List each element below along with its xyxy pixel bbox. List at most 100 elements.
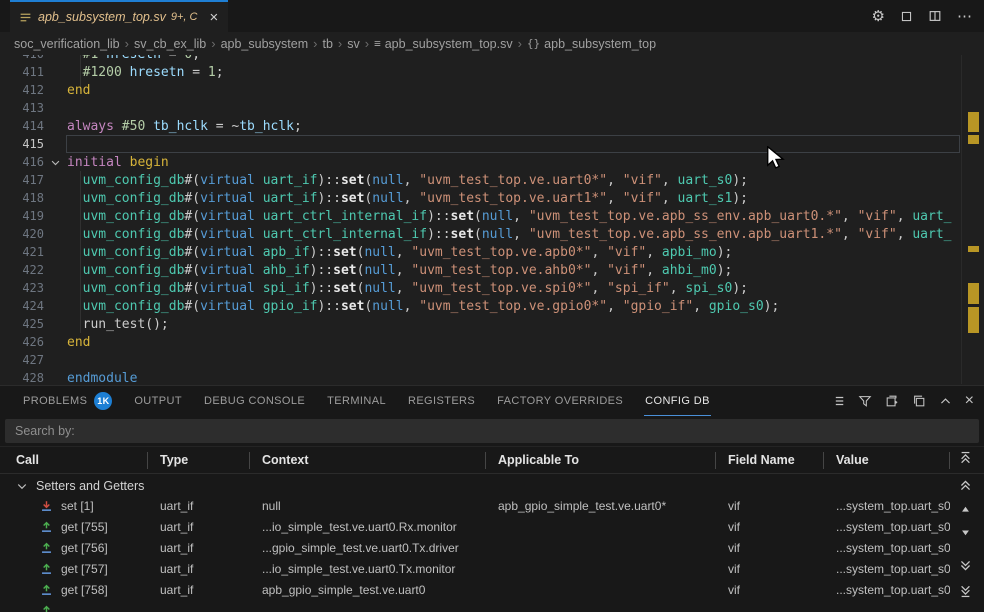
line-number: 411 [0, 63, 44, 81]
table-row[interactable]: get [756]uart_if...gpio_simple_test.ve.u… [0, 538, 984, 559]
close-panel-icon[interactable]: × [965, 392, 974, 410]
table-row-partial[interactable] [0, 601, 984, 612]
line-number: 412 [0, 81, 44, 99]
call-cell: get [755] [6, 517, 148, 538]
fold-gutter [44, 369, 66, 384]
call-label: get [755] [61, 517, 108, 538]
panel-tab-output[interactable]: OUTPUT [123, 386, 193, 416]
column-header-applicable-to[interactable]: Applicable To [486, 452, 716, 469]
panel-tab-registers[interactable]: REGISTERS [397, 386, 486, 416]
breadcrumb-item[interactable]: sv [347, 37, 360, 51]
filter-icon[interactable] [858, 394, 872, 408]
code-line: 413 [0, 99, 984, 117]
breadcrumb-separator: › [211, 36, 215, 51]
breadcrumb-item[interactable]: soc_verification_lib [14, 37, 120, 51]
value-cell [824, 601, 950, 612]
type-cell: uart_if [148, 496, 250, 517]
panel-tab-label: CONFIG DB [645, 395, 710, 407]
code-lines: 410 #1 hresetn = 0;411 #1200 hresetn = 1… [0, 55, 984, 384]
code-text: initial begin [66, 153, 960, 171]
call-label: set [1] [61, 496, 94, 517]
fold-chevron-icon[interactable] [44, 153, 66, 171]
close-icon[interactable]: × [209, 10, 218, 25]
get-icon [40, 605, 53, 612]
column-header-value[interactable]: Value [824, 452, 950, 469]
field-name-cell [716, 601, 824, 612]
breadcrumb-item[interactable]: ≡apb_subsystem_top.sv [374, 37, 512, 51]
table-row[interactable]: get [755]uart_if...io_simple_test.ve.uar… [0, 517, 984, 538]
call-label: get [756] [61, 538, 108, 559]
column-header-type[interactable]: Type [148, 452, 250, 469]
gear-icon[interactable]: ⚙ [872, 7, 885, 25]
row-down-icon[interactable] [957, 524, 973, 540]
editor-ruler-divider [961, 55, 962, 384]
table-row[interactable]: get [757]uart_if...io_simple_test.ve.uar… [0, 559, 984, 580]
search-input[interactable] [5, 419, 979, 443]
row-nav-spacer [950, 538, 984, 559]
panel-tab-config-db[interactable]: CONFIG DB [634, 386, 721, 416]
panel-tab-label: PROBLEMS [23, 395, 87, 407]
new-window-icon[interactable] [885, 394, 899, 408]
restore-icon[interactable] [900, 10, 913, 23]
fold-gutter [44, 81, 66, 99]
breadcrumb-separator: › [338, 36, 342, 51]
breadcrumb-separator: › [518, 36, 522, 51]
split-editor-icon[interactable] [928, 9, 942, 23]
value-cell: ...system_top.uart_s0 [824, 496, 950, 517]
breadcrumb-item[interactable]: tb [322, 37, 332, 51]
breadcrumb-item[interactable]: {}apb_subsystem_top [527, 37, 656, 51]
panel-tab-debug-console[interactable]: DEBUG CONSOLE [193, 386, 316, 416]
overview-ruler-mark [968, 246, 979, 252]
table-header: CallTypeContextApplicable ToField NameVa… [0, 446, 984, 474]
panel-tab-problems[interactable]: PROBLEMS 1K [12, 386, 123, 416]
code-text: end [66, 81, 960, 99]
list-icon[interactable] [831, 394, 845, 408]
code-line: 422 uvm_config_db#(virtual ahb_if)::set(… [0, 261, 984, 279]
breadcrumb-item[interactable]: sv_cb_ex_lib [134, 37, 206, 51]
copy-icon[interactable] [912, 394, 926, 408]
type-cell: uart_if [148, 559, 250, 580]
code-line: 411 #1200 hresetn = 1; [0, 63, 984, 81]
editor-tab[interactable]: apb_subsystem_top.sv 9+, C × [10, 0, 228, 32]
line-number: 415 [0, 135, 44, 153]
panel-tab-factory-overrides[interactable]: FACTORY OVERRIDES [486, 386, 634, 416]
code-editor[interactable]: 410 #1 hresetn = 0;411 #1200 hresetn = 1… [0, 55, 984, 384]
code-line: 423 uvm_config_db#(virtual spi_if)::set(… [0, 279, 984, 297]
column-header-field-name[interactable]: Field Name [716, 452, 824, 469]
line-number: 410 [0, 55, 44, 63]
overview-ruler-mark [968, 135, 979, 144]
code-text: end [66, 333, 960, 351]
column-header-call[interactable]: Call [6, 452, 148, 469]
table-row[interactable]: get [758]uart_ifapb_gpio_simple_test.ve.… [0, 580, 984, 601]
page-down-icon[interactable] [957, 557, 973, 573]
fold-gutter [44, 117, 66, 135]
type-cell: uart_if [148, 538, 250, 559]
fold-gutter [44, 225, 66, 243]
row-up-icon[interactable] [957, 501, 973, 517]
table-group-row[interactable]: Setters and Getters [0, 475, 984, 496]
tabbar-actions: ⚙ ⋯ [872, 0, 972, 32]
line-number: 417 [0, 171, 44, 189]
code-text: always #50 tb_hclk = ~tb_hclk; [66, 117, 960, 135]
panel-tab-terminal[interactable]: TERMINAL [316, 386, 397, 416]
table-row[interactable]: set [1]uart_ifnullapb_gpio_simple_test.v… [0, 496, 984, 517]
code-line: 418 uvm_config_db#(virtual uart_if)::set… [0, 189, 984, 207]
line-number: 427 [0, 351, 44, 369]
call-cell: get [757] [6, 559, 148, 580]
more-actions-icon[interactable]: ⋯ [957, 7, 972, 25]
scroll-bottom-icon[interactable] [957, 583, 973, 599]
column-header-context[interactable]: Context [250, 452, 486, 469]
page-up-icon[interactable] [957, 477, 973, 493]
fold-gutter [44, 99, 66, 117]
scroll-top-icon[interactable] [957, 450, 973, 466]
fold-gutter [44, 207, 66, 225]
panel-tab-label: FACTORY OVERRIDES [497, 395, 623, 407]
fold-gutter [44, 261, 66, 279]
vscode-window: apb_subsystem_top.sv 9+, C × ⚙ ⋯ soc_ver… [0, 0, 984, 612]
chevron-up-icon[interactable] [939, 395, 952, 408]
fold-gutter [44, 189, 66, 207]
breadcrumb-item[interactable]: apb_subsystem [221, 37, 309, 51]
code-line: 426end [0, 333, 984, 351]
problems-count-badge: 1K [94, 392, 112, 410]
line-number: 423 [0, 279, 44, 297]
